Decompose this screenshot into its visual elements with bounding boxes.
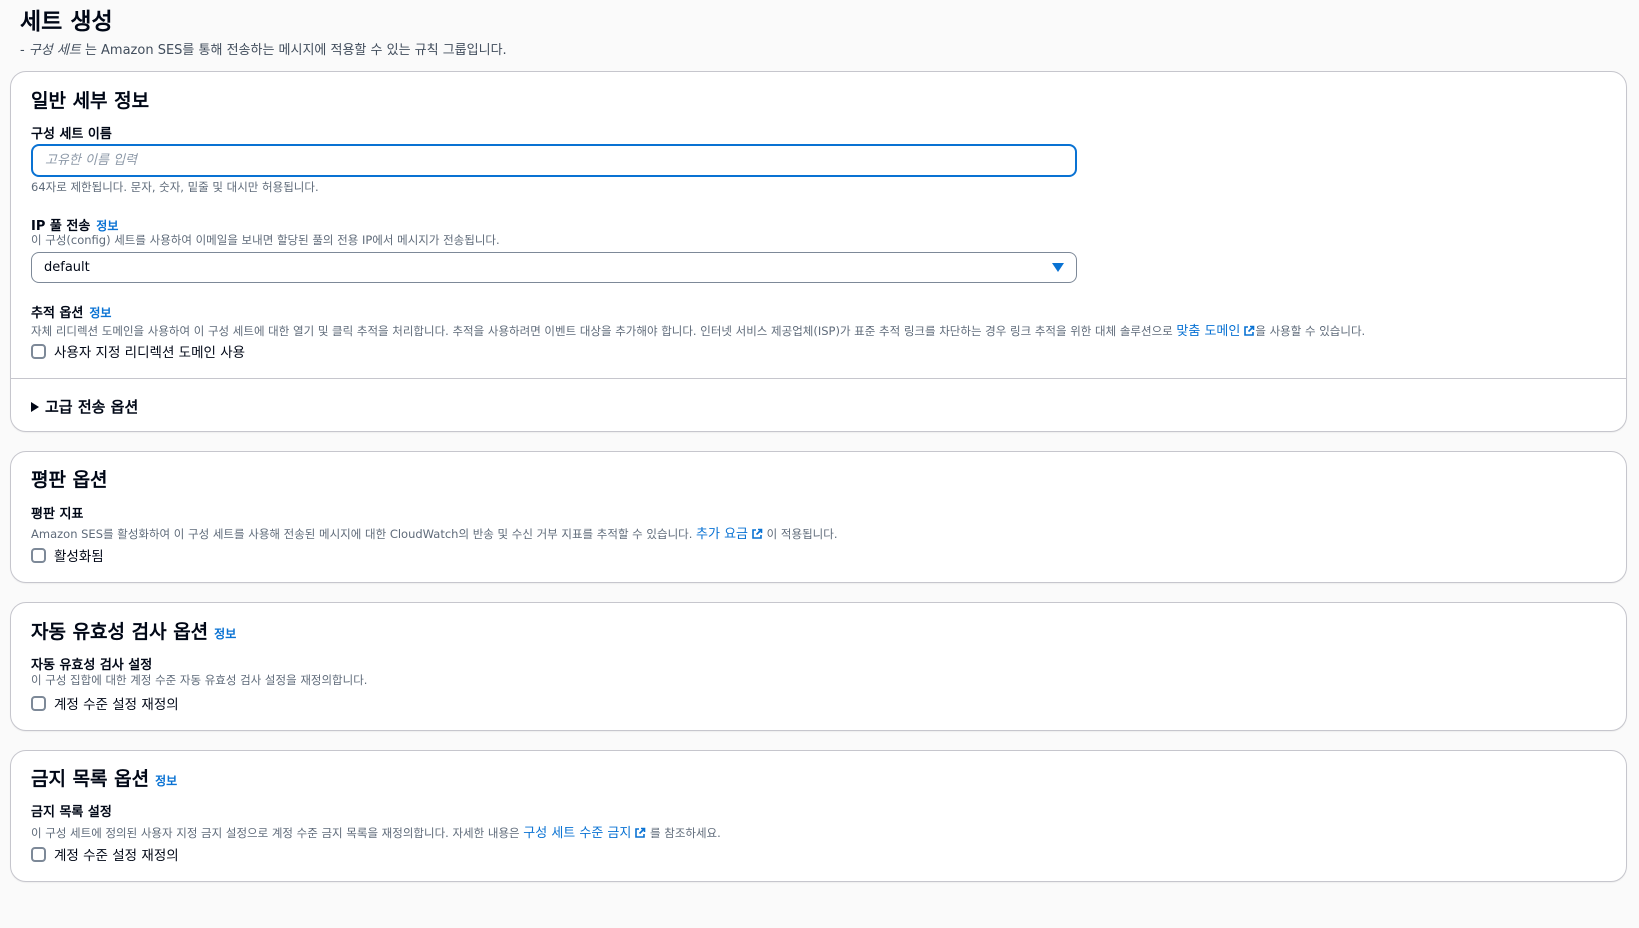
auto-validation-settings-label: 자동 유효성 검사 설정 (31, 658, 153, 673)
ip-pool-selected-value: default (44, 260, 90, 275)
config-set-name-label: 구성 세트 이름 (31, 127, 112, 142)
suppression-info-link[interactable]: 정보 (155, 774, 177, 788)
tracking-options-label: 추적 옵션 정보 (31, 302, 111, 321)
auto-validation-info-link[interactable]: 정보 (214, 627, 236, 641)
suppression-list-title: 금지 목록 옵션 정보 (31, 764, 177, 791)
config-set-suppression-link[interactable]: 구성 세트 수준 금지 (523, 826, 646, 841)
custom-redirect-domain-checkbox-row[interactable]: 사용자 지정 리디렉션 도메인 사용 (31, 341, 245, 361)
advanced-delivery-options-label: 고급 전송 옵션 (45, 398, 139, 416)
suppression-override-label: 계정 수준 설정 재정의 (54, 848, 179, 864)
reputation-metrics-label: 평판 지표 (31, 507, 84, 522)
reputation-description-text: Amazon SES를 활성화하여 이 구성 세트를 사용해 전송된 메시지에 … (31, 527, 697, 541)
external-link-icon (1244, 325, 1255, 336)
suppression-description-end: 를 참조하세요. (646, 826, 721, 840)
caret-down-icon (1052, 263, 1064, 272)
advanced-delivery-options-expander[interactable]: 고급 전송 옵션 (31, 396, 138, 417)
reputation-enabled-checkbox[interactable] (31, 547, 46, 563)
page-title: 세트 생성 (20, 9, 113, 35)
config-set-suppression-link-text: 구성 세트 수준 금지 (523, 826, 632, 841)
general-details-title: 일반 세부 정보 (31, 90, 150, 112)
suppression-list-title-text: 금지 목록 옵션 (31, 768, 150, 790)
reputation-enabled-label: 활성화됨 (54, 549, 104, 565)
custom-domain-link-text: 맞춤 도메인 (1176, 324, 1241, 339)
validation-override-label: 계정 수준 설정 재정의 (54, 697, 179, 713)
suppression-override-checkbox-row[interactable]: 계정 수준 설정 재정의 (31, 844, 179, 864)
external-link-icon (752, 528, 763, 539)
ip-pool-select[interactable]: default (31, 252, 1077, 283)
config-set-name-hint: 64자로 제한됩니다. 문자, 숫자, 밑줄 및 대시만 허용됩니다. (31, 180, 319, 194)
page-header: 세트 생성 - 구성 세트 는 Amazon SES를 통해 전송하는 메시지에… (10, 0, 1629, 60)
tracking-description-text: 자체 리디렉션 도메인을 사용하여 이 구성 세트에 대한 열기 및 클릭 추적… (31, 324, 1177, 338)
ip-pool-description: 이 구성(config) 세트를 사용하여 이메일을 보내면 할당된 풀의 전용… (31, 233, 500, 247)
reputation-description-end: 이 적용됩니다. (763, 527, 838, 541)
page-description-term: 구성 세트 (28, 43, 81, 58)
caret-right-icon (31, 401, 39, 412)
suppression-description-text: 이 구성 세트에 정의된 사용자 지정 금지 설정으로 계정 수준 금지 목록을… (31, 826, 524, 840)
panel-divider (11, 378, 1626, 379)
additional-charges-link[interactable]: 추가 요금 (696, 527, 763, 542)
reputation-metrics-description: Amazon SES를 활성화하여 이 구성 세트를 사용해 전송된 메시지에 … (31, 523, 837, 542)
page-description: - 구성 세트 는 Amazon SES를 통해 전송하는 메시지에 적용할 수… (20, 39, 507, 58)
custom-redirect-domain-label: 사용자 지정 리디렉션 도메인 사용 (54, 345, 246, 361)
reputation-options-panel: 평판 옵션 평판 지표 Amazon SES를 활성화하여 이 구성 세트를 사… (10, 451, 1627, 583)
tracking-options-label-text: 추적 옵션 (31, 306, 84, 321)
tracking-info-link[interactable]: 정보 (89, 306, 111, 320)
validation-override-checkbox-row[interactable]: 계정 수준 설정 재정의 (31, 693, 179, 713)
page-description-prefix: - (20, 43, 29, 58)
ip-pool-info-link[interactable]: 정보 (96, 219, 118, 233)
tracking-options-description: 자체 리디렉션 도메인을 사용하여 이 구성 세트에 대한 열기 및 클릭 추적… (31, 320, 1365, 339)
validation-override-checkbox[interactable] (31, 695, 46, 711)
additional-charges-link-text: 추가 요금 (696, 527, 749, 542)
auto-validation-panel: 자동 유효성 검사 옵션 정보 자동 유효성 검사 설정 이 구성 집합에 대한 … (10, 602, 1627, 731)
suppression-list-panel: 금지 목록 옵션 정보 금지 목록 설정 이 구성 세트에 정의된 사용자 지정 … (10, 750, 1627, 882)
suppression-list-description: 이 구성 세트에 정의된 사용자 지정 금지 설정으로 계정 수준 금지 목록을… (31, 822, 721, 841)
auto-validation-description: 이 구성 집합에 대한 계정 수준 자동 유효성 검사 설정을 재정의합니다. (31, 673, 368, 687)
general-details-panel: 일반 세부 정보 구성 세트 이름 64자로 제한됩니다. 문자, 숫자, 밑줄… (10, 71, 1627, 432)
custom-domain-link[interactable]: 맞춤 도메인 (1176, 324, 1255, 339)
config-set-name-input[interactable] (31, 144, 1077, 177)
suppression-override-checkbox[interactable] (31, 846, 46, 862)
reputation-options-title: 평판 옵션 (31, 469, 108, 491)
tracking-description-end: 을 사용할 수 있습니다. (1255, 324, 1366, 338)
auto-validation-title-text: 자동 유효성 검사 옵션 (31, 621, 209, 643)
suppression-list-settings-label: 금지 목록 설정 (31, 805, 112, 820)
custom-redirect-domain-checkbox[interactable] (31, 343, 46, 359)
page: 세트 생성 - 구성 세트 는 Amazon SES를 통해 전송하는 메시지에… (0, 0, 1639, 928)
page-description-text: 는 Amazon SES를 통해 전송하는 메시지에 적용할 수 있는 규칙 그… (80, 43, 507, 58)
reputation-enabled-checkbox-row[interactable]: 활성화됨 (31, 545, 104, 565)
auto-validation-title: 자동 유효성 검사 옵션 정보 (31, 617, 236, 644)
external-link-icon (635, 827, 646, 838)
